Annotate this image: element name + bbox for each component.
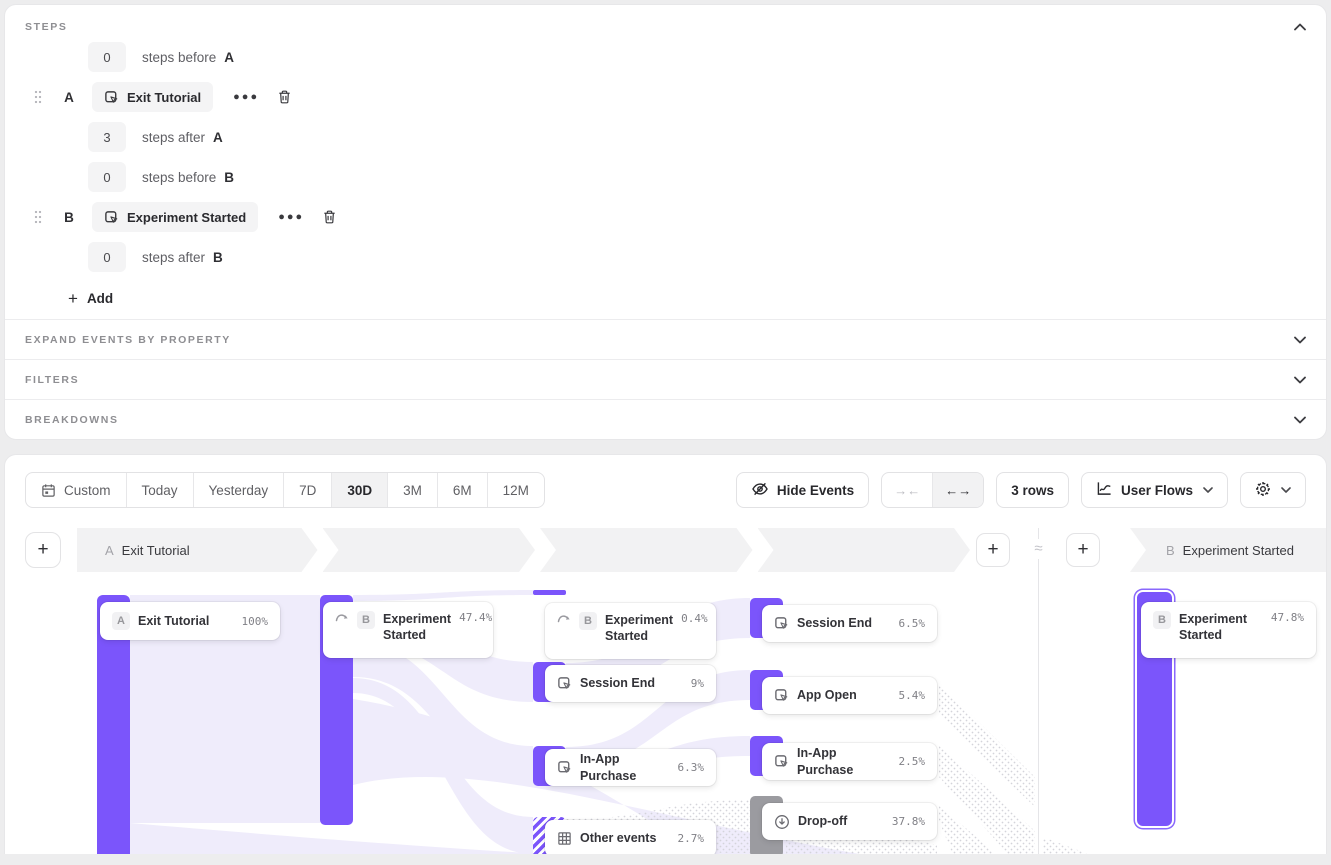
flow-node-card-experiment-started[interactable]: B Experiment Started 47.8%	[1141, 602, 1316, 658]
flow-node-title: Experiment Started	[383, 611, 451, 644]
flow-node-title: Experiment Started	[1179, 611, 1263, 644]
event-selector-button[interactable]: Exit Tutorial	[92, 82, 213, 112]
step-count-input[interactable]: 0	[88, 162, 126, 192]
step-count-input[interactable]: 0	[88, 242, 126, 272]
chevron-up-icon[interactable]	[1294, 23, 1306, 31]
flow-node-title: Drop-off	[798, 813, 884, 829]
step-count-label: steps before	[142, 170, 216, 185]
flow-node-card-in-app-purchase[interactable]: In-App Purchase 6.3%	[545, 749, 716, 786]
flow-node-percent: 0.4%	[681, 612, 708, 625]
chevron-down-icon[interactable]	[1294, 336, 1306, 344]
step-ref-letter: A	[213, 130, 223, 145]
flow-node-card-exit-tutorial[interactable]: A Exit Tutorial 100%	[100, 602, 280, 640]
flow-panel: CustomTodayYesterday7D30D3M6M12M Hide Ev…	[4, 454, 1327, 854]
chevron-down-icon[interactable]	[1294, 416, 1306, 424]
event-icon	[557, 760, 572, 775]
flow-node-card-session-end[interactable]: Session End 9%	[545, 665, 716, 702]
step-count-input[interactable]: 0	[88, 42, 126, 72]
more-options-button[interactable]: ●●●	[278, 211, 304, 223]
flow-node-title: Session End	[580, 675, 683, 691]
flow-node-percent: 100%	[242, 615, 269, 628]
flow-node-percent: 2.5%	[899, 755, 926, 768]
other-events-grid-icon	[557, 831, 572, 846]
flow-node-card-experiment-started[interactable]: B Experiment Started 0.4%	[545, 603, 716, 659]
drop-off-icon	[774, 814, 790, 830]
step-ref-letter: B	[213, 250, 223, 265]
step-count-row: 0 steps before B	[5, 157, 1326, 197]
steps-section-header[interactable]: STEPS	[5, 5, 1326, 37]
drag-handle-icon[interactable]	[34, 210, 42, 224]
jump-arrow-icon	[557, 612, 571, 623]
section-header-filters[interactable]: FILTERS	[5, 359, 1326, 399]
add-step-label: Add	[87, 291, 113, 306]
flow-node-title: Exit Tutorial	[138, 613, 234, 629]
step-event-row: B Experiment Started ●●●	[5, 197, 1326, 237]
event-icon	[104, 210, 119, 225]
step-ref-letter: B	[224, 170, 234, 185]
flow-node-card-app-open[interactable]: App Open 5.4%	[762, 677, 937, 714]
event-icon	[774, 616, 789, 631]
section-label: EXPAND EVENTS BY PROPERTY	[25, 334, 231, 346]
trash-icon[interactable]	[277, 89, 292, 105]
step-badge: B	[1153, 611, 1171, 629]
event-icon	[104, 90, 119, 105]
step-badge: B	[357, 611, 375, 629]
event-icon	[774, 754, 789, 769]
add-step-button[interactable]: + Add	[68, 290, 113, 307]
step-letter: B	[62, 210, 76, 225]
event-icon	[774, 688, 789, 703]
step-count-label: steps after	[142, 130, 205, 145]
flow-node-card-other-events[interactable]: Other events 2.7%	[545, 820, 716, 854]
step-badge: A	[112, 612, 130, 630]
plus-icon: +	[68, 290, 78, 307]
add-step-row: + Add	[5, 277, 1326, 319]
step-event-row: A Exit Tutorial ●●●	[5, 77, 1326, 117]
step-count-row: 3 steps after A	[5, 117, 1326, 157]
jump-arrow-icon	[335, 611, 349, 622]
step-count-row: 0 steps after B	[5, 237, 1326, 277]
flow-node-card-session-end[interactable]: Session End 6.5%	[762, 605, 937, 642]
flow-node-title: In-App Purchase	[797, 745, 891, 778]
flow-node-percent: 6.5%	[899, 617, 926, 630]
section-label: BREAKDOWNS	[25, 414, 119, 426]
steps-title: STEPS	[25, 21, 67, 33]
drag-handle-icon[interactable]	[34, 90, 42, 104]
section-label: FILTERS	[25, 374, 79, 386]
chevron-down-icon[interactable]	[1294, 376, 1306, 384]
flow-node-percent: 2.7%	[678, 832, 705, 845]
event-selector-button[interactable]: Experiment Started	[92, 202, 258, 232]
flow-node-title: Experiment Started	[605, 612, 673, 645]
flow-node-title: In-App Purchase	[580, 751, 670, 784]
flow-node-title: App Open	[797, 687, 891, 703]
steps-panel: STEPS 0 steps before A A Exit Tutorial ●●● 3 st…	[4, 4, 1327, 440]
collapsed-sections: EXPAND EVENTS BY PROPERTY FILTERS BREAKDOW…	[5, 319, 1326, 439]
step-letter: A	[62, 90, 76, 105]
flow-node-bar-experiment-started[interactable]	[533, 590, 566, 595]
section-header-expand-events-by-property[interactable]: EXPAND EVENTS BY PROPERTY	[5, 319, 1326, 359]
event-icon	[557, 676, 572, 691]
flow-node-percent: 47.8%	[1271, 611, 1304, 624]
flow-node-title: Session End	[797, 615, 891, 631]
section-header-breakdowns[interactable]: BREAKDOWNS	[5, 399, 1326, 439]
more-options-button[interactable]: ●●●	[233, 91, 259, 103]
flow-node-card-experiment-started[interactable]: B Experiment Started 47.4%	[323, 602, 493, 658]
step-count-input[interactable]: 3	[88, 122, 126, 152]
flow-node-percent: 6.3%	[678, 761, 705, 774]
flow-node-card-in-app-purchase[interactable]: In-App Purchase 2.5%	[762, 743, 937, 780]
flow-node-title: Other events	[580, 830, 670, 846]
step-ref-letter: A	[224, 50, 234, 65]
step-count-label: steps before	[142, 50, 216, 65]
flow-node-card-drop-off[interactable]: Drop-off 37.8%	[762, 803, 937, 840]
step-count-row: 0 steps before A	[5, 37, 1326, 77]
step-badge: B	[579, 612, 597, 630]
step-count-label: steps after	[142, 250, 205, 265]
flow-node-percent: 9%	[691, 677, 704, 690]
trash-icon[interactable]	[322, 209, 337, 225]
flow-node-percent: 47.4%	[459, 611, 492, 624]
event-name: Exit Tutorial	[127, 90, 201, 105]
flow-node-percent: 5.4%	[899, 689, 926, 702]
flow-node-percent: 37.8%	[892, 815, 925, 828]
steps-rows: 0 steps before A A Exit Tutorial ●●● 3 steps af…	[5, 37, 1326, 277]
event-name: Experiment Started	[127, 210, 246, 225]
